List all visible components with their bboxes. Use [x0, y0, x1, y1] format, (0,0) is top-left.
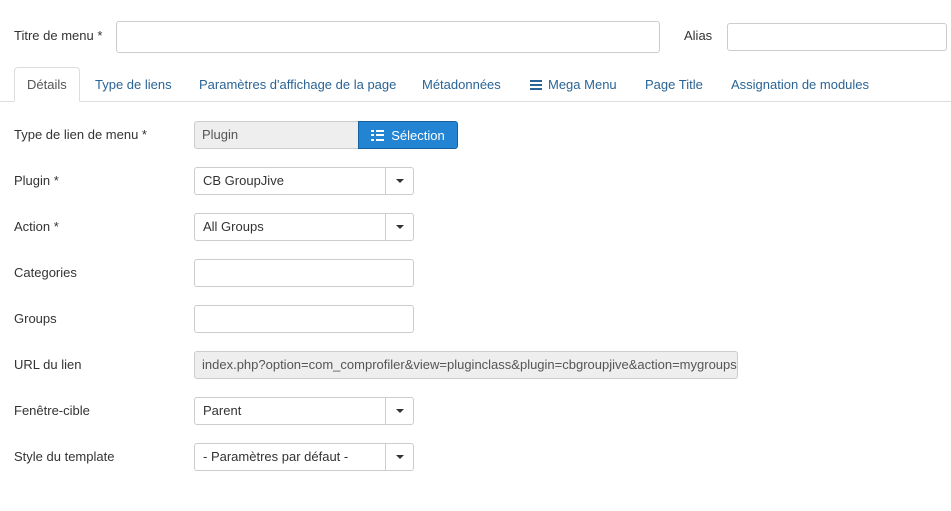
menu-item-type-value: Plugin — [194, 121, 358, 149]
hamburger-icon — [530, 79, 542, 90]
chevron-down-icon[interactable] — [385, 444, 413, 470]
tab-label: Paramètres d'affichage de la page — [199, 77, 397, 92]
chevron-down-icon[interactable] — [385, 168, 413, 194]
tab-label: Assignation de modules — [731, 77, 870, 92]
menu-title-input[interactable] — [116, 21, 660, 53]
alias-input[interactable] — [727, 23, 947, 51]
groups-input[interactable] — [194, 305, 414, 333]
tab-details[interactable]: Détails — [14, 67, 80, 102]
groups-label: Groups — [14, 311, 57, 326]
tab-metadata[interactable]: Métadonnées — [422, 67, 501, 102]
chevron-down-icon[interactable] — [385, 214, 413, 240]
chevron-down-icon[interactable] — [385, 398, 413, 424]
list-icon — [371, 129, 385, 141]
plugin-select-value: CB GroupJive — [203, 173, 284, 188]
menu-title-label: Titre de menu * — [14, 28, 103, 43]
target-window-label: Fenêtre-cible — [14, 403, 90, 418]
action-select[interactable]: All Groups — [194, 213, 414, 241]
template-style-select-value: - Paramètres par défaut - — [203, 449, 349, 464]
template-style-select[interactable]: - Paramètres par défaut - — [194, 443, 414, 471]
select-type-button[interactable]: Sélection — [358, 121, 458, 149]
categories-label: Categories — [14, 265, 77, 280]
alias-label: Alias — [684, 28, 713, 43]
tab-label: Métadonnées — [422, 77, 501, 92]
link-url-label: URL du lien — [14, 357, 82, 372]
tab-label: Détails — [27, 77, 67, 92]
tab-page-display[interactable]: Paramètres d'affichage de la page — [199, 67, 396, 102]
plugin-select[interactable]: CB GroupJive — [194, 167, 414, 195]
categories-input[interactable] — [194, 259, 414, 287]
action-label: Action * — [14, 219, 59, 234]
tab-page-title[interactable]: Page Title — [645, 67, 703, 102]
link-url-value: index.php?option=com_comprofiler&view=pl… — [194, 351, 738, 379]
plugin-label: Plugin * — [14, 173, 59, 188]
tab-module-assignment[interactable]: Assignation de modules — [731, 67, 869, 102]
tab-mega-menu[interactable]: Mega Menu — [530, 67, 617, 102]
target-window-select[interactable]: Parent — [194, 397, 414, 425]
select-type-button-label: Sélection — [391, 127, 445, 143]
action-select-value: All Groups — [203, 219, 264, 234]
template-style-label: Style du template — [14, 449, 115, 464]
menu-item-type-label: Type de lien de menu * — [14, 127, 147, 142]
tab-label: Mega Menu — [548, 77, 617, 92]
tab-link-type[interactable]: Type de liens — [95, 67, 172, 102]
tab-label: Page Title — [645, 77, 703, 92]
target-window-select-value: Parent — [203, 403, 242, 418]
tab-label: Type de liens — [95, 77, 172, 92]
